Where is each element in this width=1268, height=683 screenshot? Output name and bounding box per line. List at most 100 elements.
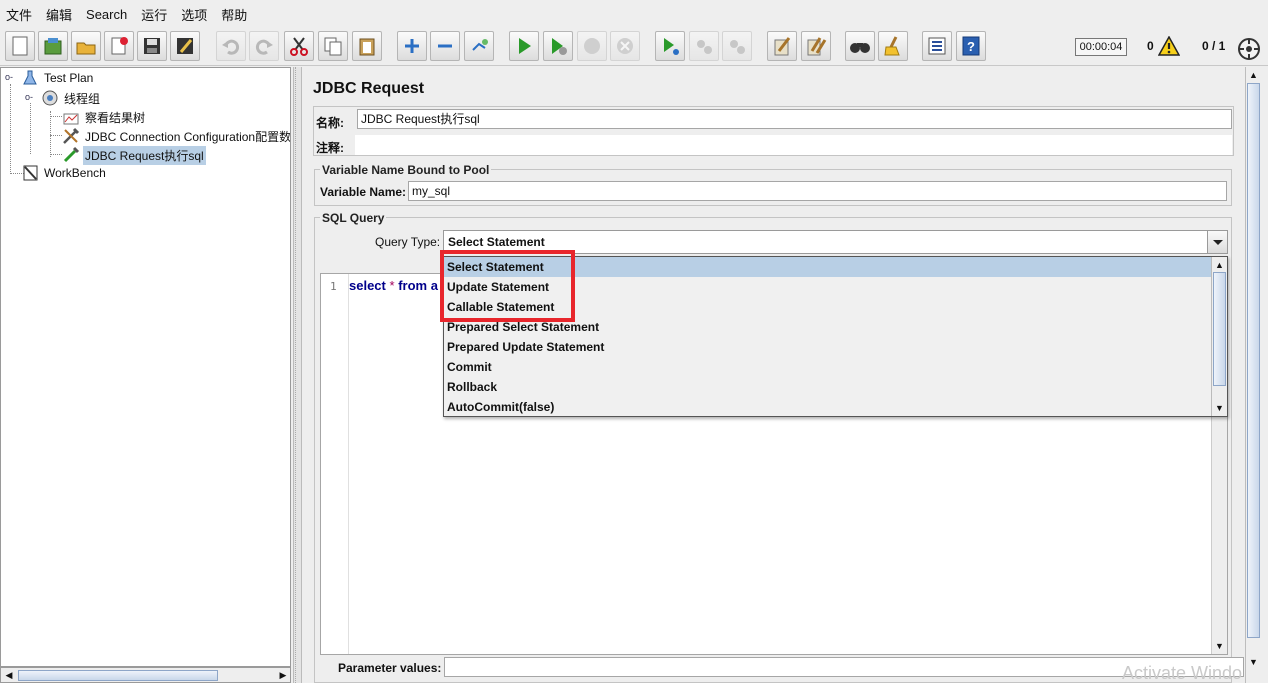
scroll-down-icon[interactable]: ▼ [1213,401,1226,415]
remote-status-icon[interactable] [1237,37,1261,61]
jmeter-window: 文件 编辑 Search 运行 选项 帮助 ? 00:00:04 0 0 / 1… [0,0,1268,683]
option-update-statement[interactable]: Update Statement [444,277,1211,297]
warning-icon[interactable] [1158,36,1180,56]
tree-horizontal-scrollbar[interactable]: ◀ ▶ [0,667,291,683]
config-element-icon [63,127,80,144]
query-type-select[interactable]: Select Statement [443,230,1228,254]
tree-toggle-thread-group[interactable]: o- [25,93,34,102]
option-commit[interactable]: Commit [444,357,1211,377]
remote-start-icon [664,38,679,55]
query-type-dropdown-list[interactable]: Select Statement Update Statement Callab… [443,256,1228,417]
tree-node-jdbc-connection-config[interactable]: JDBC Connection Configuration配置数 [62,127,290,145]
search-button[interactable] [845,31,875,61]
active-threads: 0 / 1 [1202,39,1226,53]
name-field[interactable]: JDBC Request执行sql [357,109,1232,129]
clear-all-button[interactable] [801,31,831,61]
reset-search-button[interactable] [878,31,908,61]
scroll-down-icon[interactable]: ▼ [1213,639,1226,653]
tree-node-thread-group[interactable]: 线程组 [41,89,102,107]
editor-gutter: 1 [321,274,349,654]
scroll-right-icon[interactable]: ▶ [276,669,290,682]
paste-button[interactable] [352,31,382,61]
undo-button[interactable] [216,31,246,61]
paste-icon [359,38,375,56]
option-prepared-select-statement[interactable]: Prepared Select Statement [444,317,1211,337]
comment-field[interactable] [355,135,1232,155]
new-icon [12,36,28,56]
menu-options[interactable]: 选项 [179,5,214,24]
parameter-values-label: Parameter values: [338,661,442,675]
query-type-dropdown-button[interactable] [1207,231,1227,253]
menu-file[interactable]: 文件 [4,5,39,24]
scroll-up-icon[interactable]: ▲ [1213,258,1226,272]
test-plan-tree[interactable]: o- o- Test Plan 线程组 察看结果树 JDBC Connectio… [0,67,291,667]
sql-group-title: SQL Query [320,211,387,225]
dropdown-scroll-thumb[interactable] [1213,272,1226,386]
new-button[interactable] [5,31,35,61]
toggle-icon [472,39,488,51]
option-callable-statement[interactable]: Callable Statement [444,297,1211,317]
scroll-left-icon[interactable]: ◀ [2,669,16,682]
clear-icon [774,37,791,56]
main-vertical-scrollbar[interactable]: ▲ ▼ [1245,67,1261,683]
stop-button[interactable] [577,31,607,61]
tree-scroll-thumb[interactable] [18,670,218,681]
undo-icon [222,39,240,55]
collapse-all-button[interactable] [430,31,460,61]
tree-node-workbench[interactable]: WorkBench [21,164,108,182]
toggle-button[interactable] [464,31,494,61]
main-scroll-thumb[interactable] [1247,83,1260,638]
tree-node-test-plan[interactable]: Test Plan [21,69,95,87]
remote-start-all-button[interactable] [655,31,685,61]
stop-icon [584,38,600,54]
menu-edit[interactable]: 编辑 [44,5,79,24]
tree-node-view-results-tree[interactable]: 察看结果树 [62,108,147,126]
menu-search[interactable]: Search [84,7,134,22]
save-as-icon [177,38,193,54]
page-title: JDBC Request [313,80,425,97]
help-button[interactable]: ? [956,31,986,61]
option-autocommit-false[interactable]: AutoCommit(false) [444,397,1211,417]
option-select-statement[interactable]: Select Statement [444,257,1211,277]
function-helper-button[interactable] [922,31,952,61]
copy-button[interactable] [318,31,348,61]
redo-button[interactable] [249,31,279,61]
variable-name-label: Variable Name: [320,185,407,199]
search-icon [850,43,870,53]
shutdown-button[interactable] [610,31,640,61]
expand-all-button[interactable] [397,31,427,61]
save-button[interactable] [137,31,167,61]
scroll-down-icon[interactable]: ▼ [1247,655,1260,669]
dropdown-scrollbar[interactable]: ▲ ▼ [1211,257,1227,416]
menu-run[interactable]: 运行 [139,5,174,24]
menu-bar: 文件 编辑 Search 运行 选项 帮助 [0,0,1268,28]
activation-watermark: Activate Windows [1122,663,1242,683]
menu-help[interactable]: 帮助 [219,5,254,24]
remote-stop-icon [697,40,712,54]
save-as-button[interactable] [170,31,200,61]
remote-stop-all-button[interactable] [689,31,719,61]
split-pane-divider[interactable] [293,67,302,683]
option-rollback[interactable]: Rollback [444,377,1211,397]
start-no-pause-button[interactable] [543,31,573,61]
clear-button[interactable] [767,31,797,61]
close-button[interactable] [104,31,134,61]
scroll-up-icon[interactable]: ▲ [1247,68,1260,82]
cut-button[interactable] [284,31,314,61]
copy-icon [324,37,342,56]
variable-name-field[interactable]: my_sql [408,181,1227,201]
tree-toggle-test-plan[interactable]: o- [5,73,14,82]
function-helper-icon [928,37,946,55]
templates-button[interactable] [38,31,68,61]
remote-shutdown-all-button[interactable] [722,31,752,61]
open-button[interactable] [71,31,101,61]
listener-icon [63,113,79,125]
templates-icon [44,38,62,55]
tree-node-jdbc-request[interactable]: JDBC Request执行sql [62,145,206,165]
shutdown-icon [617,38,633,54]
option-prepared-update-statement[interactable]: Prepared Update Statement [444,337,1211,357]
start-button[interactable] [509,31,539,61]
query-type-label: Query Type: [375,235,441,249]
clear-all-icon [807,37,827,56]
toolbar: ? 00:00:04 0 0 / 1 [0,28,1268,66]
